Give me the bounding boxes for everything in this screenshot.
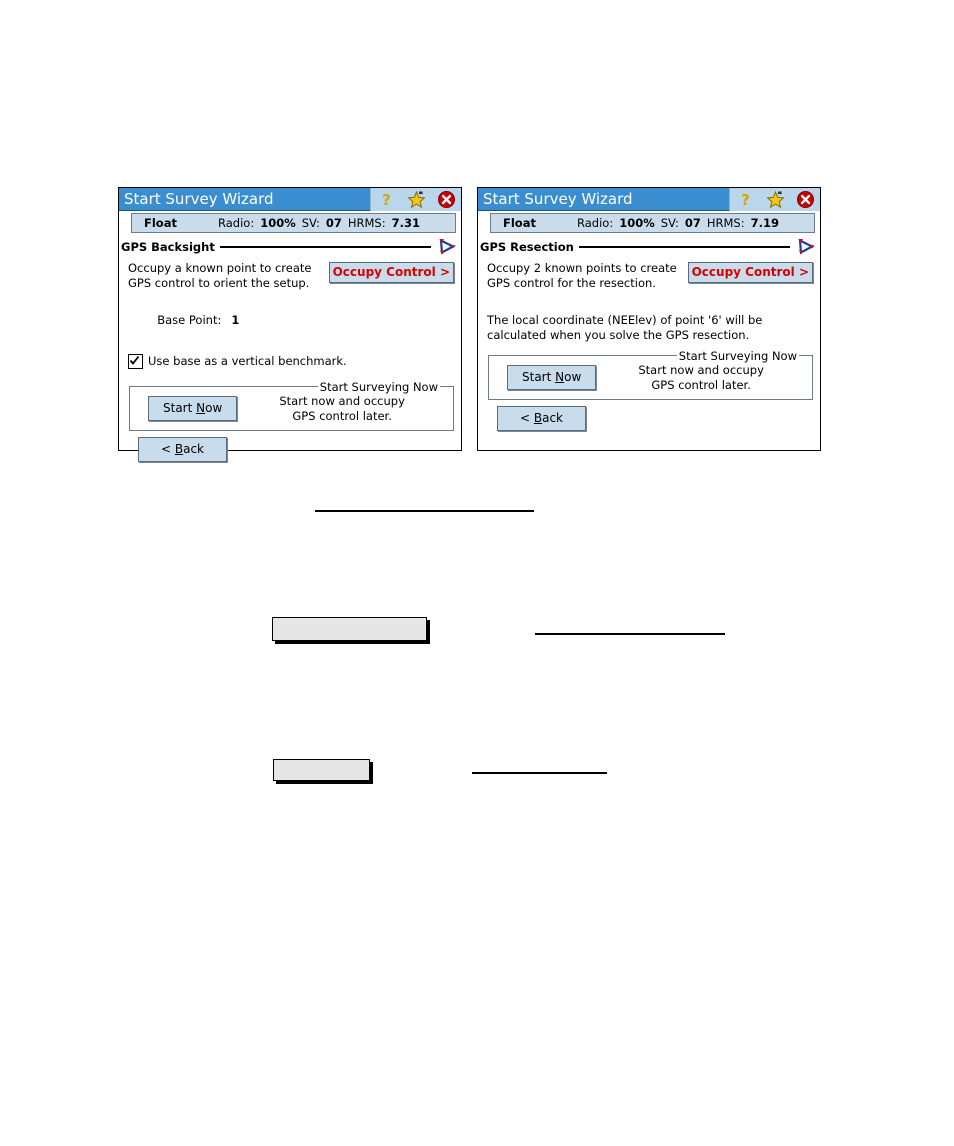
- caption-rule-top: [315, 510, 534, 512]
- occupy-control-button[interactable]: Occupy Control >: [687, 262, 813, 283]
- titlebar-icon-group: ?: [729, 188, 820, 211]
- hrms-label: HRMS:: [347, 216, 386, 230]
- panel-body: Occupy a known point to create GPS contr…: [119, 256, 461, 462]
- checkbox-label: Use base as a vertical benchmark.: [148, 354, 347, 368]
- occupy-control-button[interactable]: Occupy Control >: [328, 262, 454, 283]
- description-text: Occupy a known point to create GPS contr…: [128, 261, 312, 290]
- resection-note-text: The local coordinate (NEElev) of point '…: [487, 313, 763, 342]
- radio-value: 100%: [619, 216, 655, 230]
- help-icon[interactable]: ?: [377, 190, 396, 209]
- checkmark-icon: [129, 355, 140, 365]
- hrms-label: HRMS:: [706, 216, 745, 230]
- favorites-star-icon[interactable]: [765, 190, 785, 209]
- hrms-value: 7.19: [750, 216, 779, 230]
- close-icon[interactable]: [437, 190, 456, 209]
- caption-rule-middle: [535, 633, 725, 635]
- pda-window-gps-resection: Start Survey Wizard ? Float Radio: 100% …: [477, 187, 821, 451]
- caption-rule-bottom: [472, 772, 607, 774]
- checkbox-box[interactable]: [128, 354, 143, 369]
- gps-status-bar: Float Radio: 100% SV: 07 HRMS: 7.31: [131, 213, 456, 233]
- panel-body: Occupy 2 known points to create GPS cont…: [478, 256, 820, 431]
- close-icon[interactable]: [796, 190, 815, 209]
- gps-triangulation-icon: [796, 238, 816, 256]
- sv-value: 07: [325, 216, 342, 230]
- placeholder-box-small: [273, 759, 370, 781]
- section-title: GPS Resection: [480, 239, 574, 254]
- titlebar-icon-group: ?: [370, 188, 461, 211]
- titlebar: Start Survey Wizard ?: [478, 188, 820, 211]
- svg-text:?: ?: [382, 191, 391, 209]
- section-divider: [578, 245, 790, 248]
- sv-label: SV:: [660, 216, 679, 230]
- status-strip-wrap: Float Radio: 100% SV: 07 HRMS: 7.19: [478, 211, 820, 234]
- section-header: GPS Backsight: [119, 234, 461, 256]
- start-surveying-now-group: Start Surveying Now Start Now Start now …: [129, 380, 454, 431]
- svg-text:?: ?: [741, 191, 750, 209]
- sv-label: SV:: [301, 216, 320, 230]
- status-strip-wrap: Float Radio: 100% SV: 07 HRMS: 7.31: [119, 211, 461, 234]
- radio-label: Radio:: [218, 216, 255, 230]
- fix-quality-value: Float: [144, 216, 177, 230]
- base-point-label: Base Point:: [157, 313, 222, 327]
- group-note-text: Start now and occupy GPS control later.: [279, 394, 405, 423]
- gps-triangulation-icon: [437, 238, 457, 256]
- document-page: Start Survey Wizard ? Float Radio: 100% …: [0, 0, 954, 1146]
- fix-quality-value: Float: [503, 216, 536, 230]
- base-point-row: Base Point: 1: [128, 299, 455, 341]
- description-text: Occupy 2 known points to create GPS cont…: [487, 261, 677, 290]
- titlebar: Start Survey Wizard ?: [119, 188, 461, 211]
- section-header: GPS Resection: [478, 234, 820, 256]
- window-title: Start Survey Wizard: [483, 190, 633, 208]
- radio-label: Radio:: [577, 216, 614, 230]
- description-row: Occupy a known point to create GPS contr…: [128, 260, 455, 290]
- placeholder-box-large: [272, 617, 427, 641]
- description-row: Occupy 2 known points to create GPS cont…: [487, 260, 814, 290]
- base-point-value: 1: [231, 313, 240, 327]
- sv-value: 07: [684, 216, 701, 230]
- back-button[interactable]: < Back: [497, 406, 587, 431]
- vertical-benchmark-checkbox-row[interactable]: Use base as a vertical benchmark.: [128, 354, 455, 369]
- group-legend: Start Surveying Now: [317, 380, 440, 394]
- gps-status-bar: Float Radio: 100% SV: 07 HRMS: 7.19: [490, 213, 815, 233]
- hrms-value: 7.31: [391, 216, 420, 230]
- start-now-button[interactable]: Start Now: [148, 396, 238, 421]
- group-legend: Start Surveying Now: [676, 349, 799, 363]
- window-title: Start Survey Wizard: [124, 190, 274, 208]
- start-now-button[interactable]: Start Now: [507, 365, 597, 390]
- section-title: GPS Backsight: [121, 239, 215, 254]
- help-icon[interactable]: ?: [736, 190, 755, 209]
- radio-value: 100%: [260, 216, 296, 230]
- pda-window-gps-backsight: Start Survey Wizard ? Float Radio: 100% …: [118, 187, 462, 462]
- favorites-star-icon[interactable]: [406, 190, 426, 209]
- back-button[interactable]: < Back: [138, 437, 228, 462]
- back-row: < Back: [128, 431, 455, 462]
- group-note-text: Start now and occupy GPS control later.: [638, 363, 764, 392]
- section-divider: [219, 245, 431, 248]
- back-row: < Back: [487, 400, 814, 431]
- start-surveying-now-group: Start Surveying Now Start Now Start now …: [488, 349, 813, 400]
